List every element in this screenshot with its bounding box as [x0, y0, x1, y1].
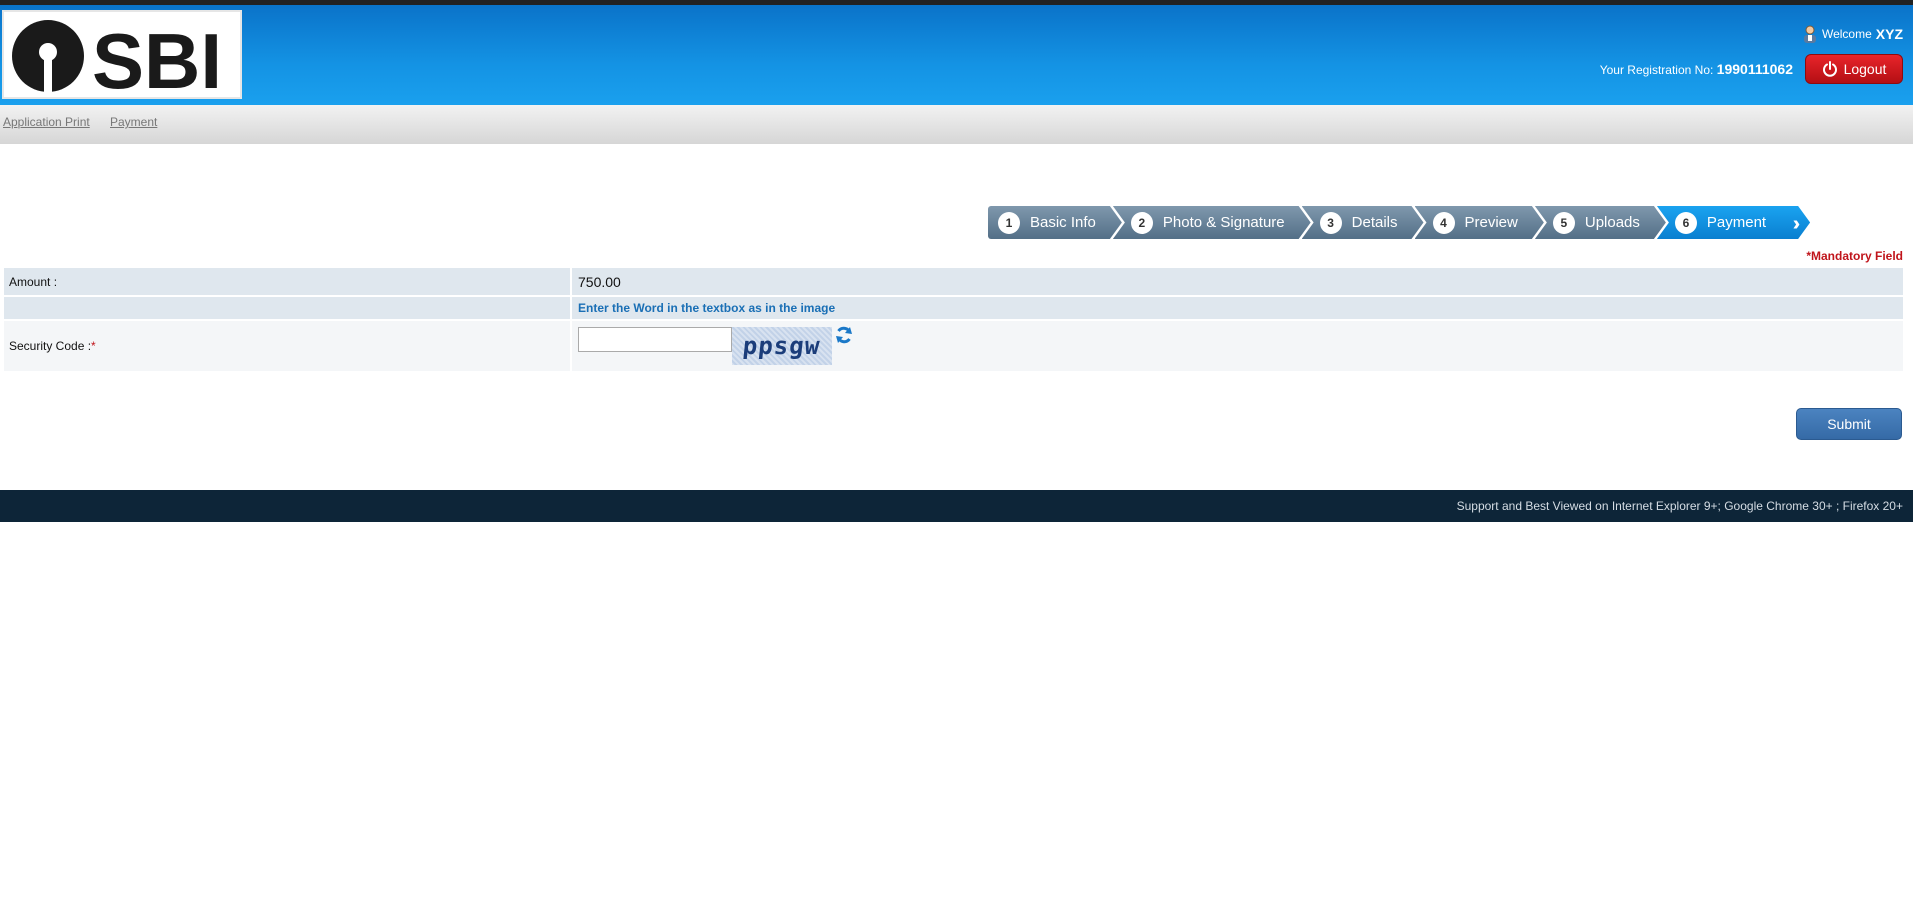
- empty-cell: [4, 296, 572, 321]
- registration-label: Your Registration No:: [1599, 63, 1714, 77]
- refresh-icon[interactable]: [834, 325, 854, 345]
- registration-info: Your Registration No: 1990111062: [1600, 61, 1793, 77]
- step-label: Payment: [1706, 214, 1767, 231]
- amount-label: Amount :: [4, 268, 572, 297]
- user-icon: [1803, 25, 1816, 43]
- captcha-hint-row: Enter the Word in the textbox as in the …: [4, 296, 1903, 321]
- step-payment[interactable]: 6 Payment ››: [1657, 206, 1810, 239]
- security-code-label-cell: Security Code :*: [4, 320, 572, 373]
- security-code-row: Security Code :* ppsgw: [4, 320, 1903, 373]
- nav-bar: Application Print Payment: [0, 105, 1913, 144]
- sbi-logo: SBI: [2, 10, 242, 99]
- submit-button[interactable]: Submit: [1796, 408, 1902, 440]
- step-number: 4: [1433, 212, 1455, 234]
- amount-value: 750.00: [571, 268, 1903, 297]
- step-number: 5: [1553, 212, 1575, 234]
- step-details[interactable]: 3 Details: [1302, 206, 1424, 239]
- payment-form: Amount : 750.00 Enter the Word in the te…: [4, 268, 1903, 373]
- sbi-logo-icon: SBI: [12, 18, 222, 94]
- logo-text: SBI: [92, 18, 222, 94]
- header: SBI Welcome XYZ Your Registration No: 19…: [0, 5, 1913, 105]
- power-icon: [1822, 61, 1837, 77]
- logout-label: Logout: [1843, 61, 1887, 77]
- welcome-area: Welcome XYZ: [1802, 25, 1903, 43]
- mandatory-note: *Mandatory Field: [1806, 249, 1903, 263]
- security-code-cell: ppsgw: [571, 320, 1903, 373]
- progress-steps: 1 Basic Info 2 Photo & Signature 3 Detai…: [988, 206, 1801, 239]
- captcha-image: ppsgw: [732, 327, 832, 365]
- step-photo-signature[interactable]: 2 Photo & Signature: [1113, 206, 1311, 239]
- step-number: 6: [1675, 212, 1697, 234]
- security-code-input[interactable]: [578, 327, 732, 352]
- logout-button[interactable]: Logout: [1805, 54, 1903, 84]
- security-code-label: Security Code :: [9, 339, 92, 353]
- double-chevron-right-icon: ››: [1792, 213, 1795, 235]
- step-label: Details: [1351, 214, 1398, 231]
- step-label: Basic Info: [1030, 214, 1096, 231]
- step-number: 3: [1320, 212, 1342, 234]
- step-label: Uploads: [1584, 214, 1640, 231]
- step-label: Photo & Signature: [1162, 214, 1285, 231]
- amount-row: Amount : 750.00: [4, 268, 1903, 297]
- footer-text: Support and Best Viewed on Internet Expl…: [1456, 499, 1903, 513]
- welcome-label: Welcome: [1821, 27, 1872, 41]
- nav-payment[interactable]: Payment: [110, 115, 157, 129]
- user-name: XYZ: [1875, 26, 1903, 42]
- step-number: 2: [1131, 212, 1153, 234]
- step-uploads[interactable]: 5 Uploads: [1535, 206, 1666, 239]
- nav-application-print[interactable]: Application Print: [3, 115, 90, 129]
- step-preview[interactable]: 4 Preview: [1415, 206, 1544, 239]
- step-number: 1: [998, 212, 1020, 234]
- captcha-hint: Enter the Word in the textbox as in the …: [571, 296, 1903, 321]
- registration-number: 1990111062: [1716, 61, 1793, 77]
- required-marker: *: [91, 339, 96, 353]
- captcha-text: ppsgw: [741, 332, 823, 360]
- step-basic-info[interactable]: 1 Basic Info: [988, 206, 1122, 239]
- security-code-wrap: ppsgw: [572, 321, 1903, 371]
- footer: Support and Best Viewed on Internet Expl…: [0, 490, 1913, 522]
- step-label: Preview: [1464, 214, 1518, 231]
